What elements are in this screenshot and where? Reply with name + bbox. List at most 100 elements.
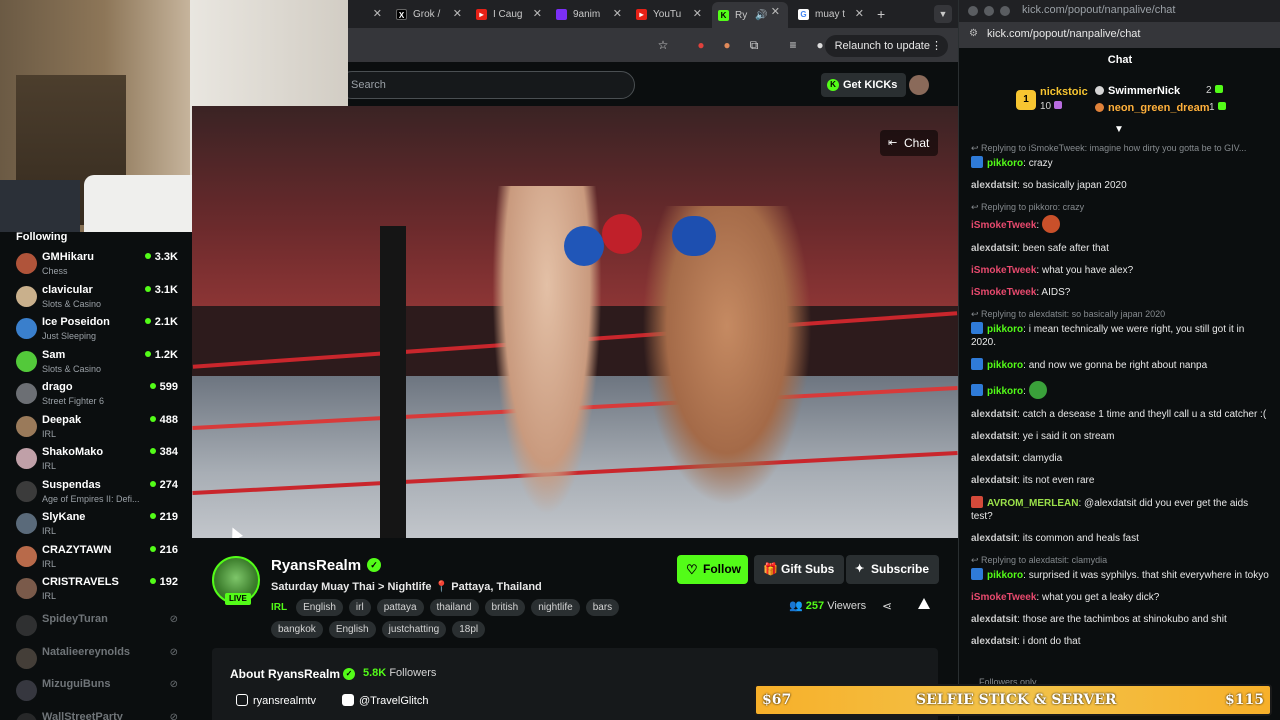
chat-message[interactable]: iSmokeTweek: what you have alex? (971, 264, 1271, 277)
tag-chip[interactable]: pattaya (376, 599, 424, 616)
chat-message[interactable]: alexdatsit: ye i said it on stream (971, 430, 1271, 443)
tag-chip[interactable]: thailand (429, 599, 479, 616)
tag-chip[interactable]: bars (585, 599, 620, 616)
gifter-name[interactable]: SwimmerNick (1095, 85, 1180, 97)
following-item-offline[interactable]: SpideyTuran ⊘ (16, 612, 182, 642)
window-close-button[interactable] (968, 6, 978, 16)
speaker-icon[interactable]: 🔊 (755, 10, 767, 21)
following-item[interactable]: SlyKane IRL 219 (16, 510, 182, 540)
chat-message[interactable]: ↩ Replying to alexdatsit: clamydia pikkor… (971, 554, 1271, 582)
chat-username[interactable]: iSmokeTweek (971, 265, 1036, 276)
site-settings-icon[interactable]: ⚙ (969, 28, 978, 39)
chat-username[interactable]: pikkoro (987, 360, 1023, 371)
close-icon[interactable]: ✕ (373, 7, 382, 20)
tag-chip[interactable]: irl (348, 599, 371, 616)
chat-username[interactable]: iSmokeTweek (971, 592, 1036, 603)
following-item[interactable]: Suspendas Age of Empires II: Defi... 274 (16, 478, 182, 508)
chat-message[interactable]: ↩ Replying to alexdatsit: so basically j… (971, 308, 1271, 349)
following-item[interactable]: Ice Poseidon Just Sleeping 2.1K (16, 315, 182, 345)
chat-username[interactable]: alexdatsit (971, 475, 1017, 486)
chat-username[interactable]: iSmokeTweek (971, 287, 1036, 298)
tag-chip[interactable]: justchatting (381, 621, 447, 638)
chat-username[interactable]: alexdatsit (971, 636, 1017, 647)
search-input[interactable]: Search (338, 71, 635, 99)
window-minimize-button[interactable] (984, 6, 994, 16)
reply-context[interactable]: ↩ Replying to alexdatsit: clamydia (971, 554, 1271, 567)
browser-tab[interactable]: ▸ I Caug ✕ (476, 4, 542, 24)
following-item[interactable]: Sam Slots & Casino 1.2K (16, 348, 182, 378)
following-item-offline[interactable]: WallStreetParty ⊘ (16, 710, 182, 720)
close-icon[interactable]: ✕ (613, 7, 622, 20)
expand-pinned-icon[interactable]: ▼ (1114, 124, 1124, 135)
chat-message[interactable]: alexdatsit: catch a desease 1 time and t… (971, 408, 1271, 421)
chat-username[interactable]: alexdatsit (971, 533, 1017, 544)
chat-window-url[interactable]: kick.com/popout/nanpalive/chat (987, 28, 1140, 40)
instagram-link[interactable]: ryansrealmtv (236, 694, 316, 707)
subscribe-button[interactable]: ✦ Subscribe (846, 555, 940, 584)
chat-username[interactable]: AVROM_MERLEAN (987, 498, 1078, 509)
window-maximize-button[interactable] (1000, 6, 1010, 16)
report-warning-icon[interactable] (918, 598, 930, 609)
close-icon[interactable]: ✕ (693, 7, 702, 20)
following-item[interactable]: drago Street Fighter 6 599 (16, 380, 182, 410)
following-item[interactable]: clavicular Slots & Casino 3.1K (16, 283, 182, 313)
browser-tab-active[interactable]: K Ry 🔊 ✕ (712, 2, 788, 28)
video-player[interactable] (192, 106, 958, 538)
tag-chip[interactable]: bangkok (271, 621, 323, 638)
chat-username[interactable]: pikkoro (987, 570, 1023, 581)
gifter-name[interactable]: neon_green_dream (1095, 102, 1209, 114)
following-item-offline[interactable]: Natalieereynolds ⊘ (16, 645, 182, 675)
chat-message[interactable]: iSmokeTweek: AIDS? (971, 286, 1271, 299)
chat-message[interactable]: alexdatsit: clamydia (971, 452, 1271, 465)
tag-chip[interactable]: English (328, 621, 376, 638)
tag-chip[interactable]: nightlife (531, 599, 580, 616)
close-icon[interactable]: ✕ (855, 7, 864, 20)
channel-name[interactable]: RyansRealm (271, 557, 361, 574)
chat-message[interactable]: ↩ Replying to pikkoro: crazy iSmokeTweek: (971, 201, 1271, 233)
top-gifter-name[interactable]: nickstoic (1040, 86, 1088, 98)
chat-username[interactable]: alexdatsit (971, 180, 1017, 191)
new-tab-button[interactable]: + (877, 4, 891, 24)
chat-username[interactable]: pikkoro (987, 324, 1023, 335)
media-control-icon[interactable]: ≡ (786, 38, 800, 52)
following-item[interactable]: CRISTRAVELS IRL 192 (16, 575, 182, 605)
tag-chip[interactable]: 18pl (452, 621, 486, 638)
category-link[interactable]: IRL (271, 599, 290, 616)
chat-message[interactable]: alexdatsit: its not even rare (971, 474, 1271, 487)
following-item[interactable]: Deepak IRL 488 (16, 413, 182, 443)
following-item[interactable]: GMHikaru Chess 3.3K (16, 250, 182, 280)
tab-search-button[interactable]: ▼ (934, 5, 952, 23)
chat-message[interactable]: alexdatsit: i dont do that (971, 635, 1271, 648)
chat-username[interactable]: alexdatsit (971, 614, 1017, 625)
user-avatar[interactable] (909, 75, 929, 95)
following-item[interactable]: ShakoMako IRL 384 (16, 445, 182, 475)
youtube-link[interactable]: @TravelGlitch (342, 694, 428, 707)
reply-context[interactable]: ↩ Replying to pikkoro: crazy (971, 201, 1271, 214)
browser-tab[interactable]: 9anim ✕ (556, 4, 622, 24)
browser-tab[interactable]: ▸ YouTu ✕ (636, 4, 702, 24)
chat-message[interactable]: ↩ Replying to iSmokeTweek: imagine how d… (971, 142, 1271, 170)
chat-message[interactable]: pikkoro: and now we gonna be right about… (971, 358, 1271, 372)
open-chat-button[interactable]: ⇤ Chat (880, 130, 939, 156)
tag-chip[interactable]: English (296, 599, 343, 616)
bookmark-star-icon[interactable]: ☆ (656, 38, 670, 52)
chat-username[interactable]: alexdatsit (971, 453, 1017, 464)
reply-context[interactable]: ↩ Replying to alexdatsit: so basically j… (971, 308, 1271, 321)
follow-button[interactable]: ♡ Follow (677, 555, 748, 584)
chat-message[interactable]: pikkoro: (971, 381, 1271, 399)
following-item-offline[interactable]: MizuguiBuns ⊘ (16, 677, 182, 707)
chat-message[interactable]: AVROM_MERLEAN: @alexdatsit did you ever … (971, 496, 1271, 523)
relaunch-to-update-button[interactable]: Relaunch to update ⋮ (824, 35, 948, 57)
following-item[interactable]: CRAZYTAWN IRL 216 (16, 543, 182, 573)
chat-username[interactable]: alexdatsit (971, 409, 1017, 420)
chat-message[interactable]: alexdatsit: been safe after that (971, 242, 1271, 255)
chat-message[interactable]: alexdatsit: those are the tachimbos at s… (971, 613, 1271, 626)
close-icon[interactable]: ✕ (533, 7, 542, 20)
extension-icon[interactable]: ● (720, 38, 734, 52)
chat-username[interactable]: iSmokeTweek (971, 220, 1036, 231)
tag-chip[interactable]: british (484, 599, 526, 616)
chat-username[interactable]: alexdatsit (971, 431, 1017, 442)
chat-message[interactable]: alexdatsit: its common and heals fast (971, 532, 1271, 545)
browser-tab[interactable]: G muay t ✕ (798, 4, 864, 24)
share-icon[interactable]: ⋖ (882, 599, 892, 613)
